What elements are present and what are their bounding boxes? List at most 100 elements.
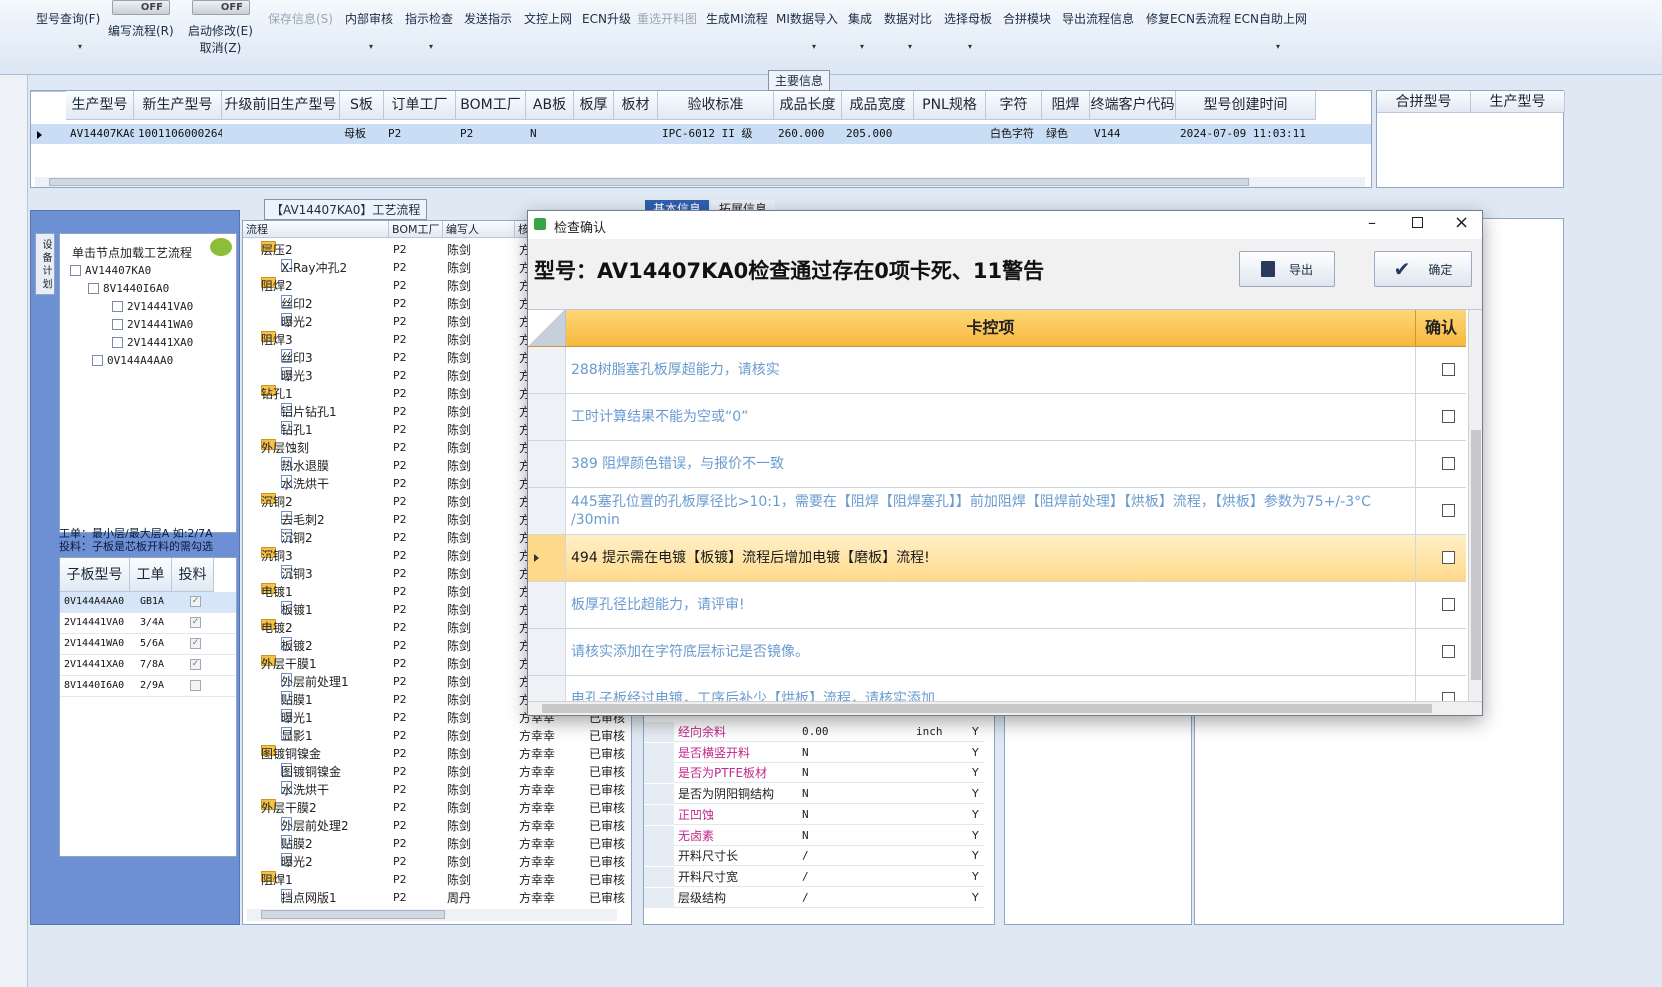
column-header[interactable]: 生产型号	[1471, 91, 1565, 113]
table-cell[interactable]: 260.000	[774, 124, 842, 144]
toolbar-button[interactable]: 集成	[848, 10, 872, 27]
chevron-down-icon[interactable]: ▾	[968, 42, 972, 51]
flow-row[interactable]: −阻焊1P2陈剑方幸幸已审核	[243, 871, 633, 889]
column-header[interactable]: BOM工厂	[389, 221, 443, 238]
row-header[interactable]	[528, 347, 566, 393]
column-header[interactable]: 升级前旧生产型号	[222, 91, 340, 120]
table-cell[interactable]: V144	[1090, 124, 1176, 144]
hscroll-thumb[interactable]	[542, 704, 1432, 713]
column-header[interactable]: 子板型号	[60, 558, 130, 592]
table-row[interactable]: 8V1440I6A0 2/9A	[60, 676, 236, 697]
column-header[interactable]: 型号创建时间	[1176, 91, 1316, 120]
tree-node[interactable]: 2V14441VA0	[112, 300, 193, 313]
table-cell[interactable]: 绿色	[1042, 124, 1090, 144]
check-row[interactable]: 请核实添加在字符底层标记是否镜像。	[528, 629, 1466, 676]
property-value[interactable]: /	[802, 867, 809, 887]
column-header[interactable]: 编写人	[443, 221, 515, 238]
toolbar-button[interactable]: 生成MI流程	[706, 10, 768, 27]
property-row[interactable]: 是否为阴阳铜结构 N Y	[644, 784, 984, 805]
toolbar-button[interactable]: MI数据导入	[776, 10, 838, 27]
property-row[interactable]: 经向余料 0.00 inch Y	[644, 722, 984, 742]
fed-checkbox[interactable]	[190, 680, 201, 691]
confirm-checkbox[interactable]	[1442, 645, 1455, 658]
ok-button[interactable]: ✔ 确定	[1374, 251, 1472, 287]
column-header[interactable]: 流程	[243, 221, 389, 238]
toolbar-button[interactable]: 数据对比	[884, 10, 932, 27]
confirm-checkbox[interactable]	[1442, 363, 1455, 376]
table-cell[interactable]	[222, 124, 340, 144]
chevron-down-icon[interactable]: ▾	[1276, 42, 1280, 51]
toolbar-button[interactable]: ECN自助上网	[1234, 10, 1307, 27]
chevron-down-icon[interactable]: ▾	[369, 42, 373, 51]
property-value[interactable]: N	[802, 805, 809, 825]
property-value[interactable]: N	[802, 784, 809, 804]
check-row[interactable]: 494 提示需在电镀【板镀】流程后增加电镀【磨板】流程!	[528, 535, 1466, 582]
chevron-down-icon[interactable]: ▾	[860, 42, 864, 51]
table-row[interactable]: 2V14441VA0 3/4A ✓	[60, 613, 236, 634]
table-cell[interactable]	[614, 124, 658, 144]
table-cell[interactable]	[914, 124, 986, 144]
toolbar-button[interactable]: 启动修改(E) 取消(Z)	[188, 22, 253, 56]
table-cell[interactable]: P2	[456, 124, 526, 144]
flow-row[interactable]: 图镀铜镍金 P2 陈剑 方幸幸 已审核	[243, 763, 633, 781]
tree-node[interactable]: 2V14441WA0	[112, 318, 193, 331]
chat-bubble-icon[interactable]	[210, 238, 232, 256]
column-header[interactable]: S板	[340, 91, 384, 120]
table-cell[interactable]: 2024-07-09 11:03:11	[1176, 124, 1316, 144]
column-header[interactable]: 成品长度	[774, 91, 842, 120]
fed-checkbox[interactable]: ✓	[190, 659, 201, 670]
check-row[interactable]: 工时计算结果不能为空或“0”	[528, 394, 1466, 441]
check-row[interactable]: 445塞孔位置的孔板厚径比>10:1，需要在【阻焊【阻焊塞孔】】前加阻焊【阻焊前…	[528, 488, 1466, 535]
row-header[interactable]	[528, 676, 566, 701]
dialog-hscrollbar[interactable]	[528, 701, 1482, 715]
table-row[interactable]: 2V14441WA0 5/6A ✓	[60, 634, 236, 655]
horizontal-scrollbar[interactable]	[247, 909, 617, 921]
toolbar-button[interactable]: 型号查询(F)	[36, 10, 100, 27]
dialog-scrollbar[interactable]	[1468, 310, 1482, 701]
row-header[interactable]	[528, 535, 566, 581]
table-cell[interactable]	[574, 124, 614, 144]
confirm-checkbox[interactable]	[1442, 457, 1455, 470]
property-value[interactable]: N	[802, 743, 809, 763]
property-value[interactable]: /	[802, 846, 809, 866]
flow-row[interactable]: 显影1 P2 陈剑 方幸幸 已审核	[243, 727, 633, 745]
check-row[interactable]: 389 阻焊颜色错误，与报价不一致	[528, 441, 1466, 488]
chevron-down-icon[interactable]: ▾	[429, 42, 433, 51]
table-cell[interactable]: P2	[384, 124, 456, 144]
table-row[interactable]: 0V144A4AA0 GB1A ✓	[60, 592, 236, 613]
fed-checkbox[interactable]: ✓	[190, 617, 201, 628]
flow-row[interactable]: 水洗烘干 P2 陈剑 方幸幸 已审核	[243, 781, 633, 799]
check-row[interactable]: 板厚孔径比超能力，请评审!	[528, 582, 1466, 629]
column-header[interactable]: 工单	[130, 558, 172, 592]
toolbar-button[interactable]: 保存信息(S)	[268, 10, 333, 27]
column-header[interactable]: 阻焊	[1042, 91, 1090, 120]
toolbar-button[interactable]: 选择母板	[944, 10, 992, 27]
row-header[interactable]	[528, 582, 566, 628]
export-button[interactable]: 导出	[1239, 251, 1335, 287]
flow-row[interactable]: 贴膜2 P2 陈剑 方幸幸 已审核	[243, 835, 633, 853]
tree-node[interactable]: AV14407KA0	[70, 264, 151, 277]
property-row[interactable]: 是否横竖开料 N Y	[644, 742, 984, 763]
toolbar-button[interactable]: 修复ECN丢流程	[1146, 10, 1231, 27]
flow-row[interactable]: 挡点网版1 P2 周丹 方幸幸 已审核	[243, 889, 633, 907]
table-cell[interactable]: AV14407KA0	[66, 124, 134, 144]
column-header[interactable]: 投料	[172, 558, 214, 592]
maximize-icon[interactable]	[1412, 217, 1423, 228]
column-header[interactable]: 订单工厂	[384, 91, 456, 120]
toolbar-button[interactable]: 编写流程(R)	[108, 22, 174, 39]
column-header[interactable]: 板厚	[574, 91, 614, 120]
property-row[interactable]: 是否为PTFE板材 N Y	[644, 763, 984, 784]
chevron-down-icon[interactable]: ▾	[908, 42, 912, 51]
horizontal-scrollbar[interactable]	[35, 177, 1365, 187]
column-header[interactable]: 板材	[614, 91, 658, 120]
column-header[interactable]: BOM工厂	[456, 91, 526, 120]
row-header[interactable]	[528, 488, 566, 534]
property-row[interactable]: 层级结构 / Y	[644, 887, 984, 908]
column-header[interactable]: PNL规格	[914, 91, 986, 120]
tree-node[interactable]: 0V144A4AA0	[92, 354, 173, 367]
flow-row[interactable]: −图镀铜镍金P2陈剑方幸幸已审核	[243, 745, 633, 763]
vertical-tab[interactable]: 设 备 计 划	[35, 233, 55, 295]
table-cell[interactable]: 205.000	[842, 124, 914, 144]
tree-checkbox[interactable]	[112, 337, 123, 348]
row-header[interactable]	[528, 441, 566, 487]
